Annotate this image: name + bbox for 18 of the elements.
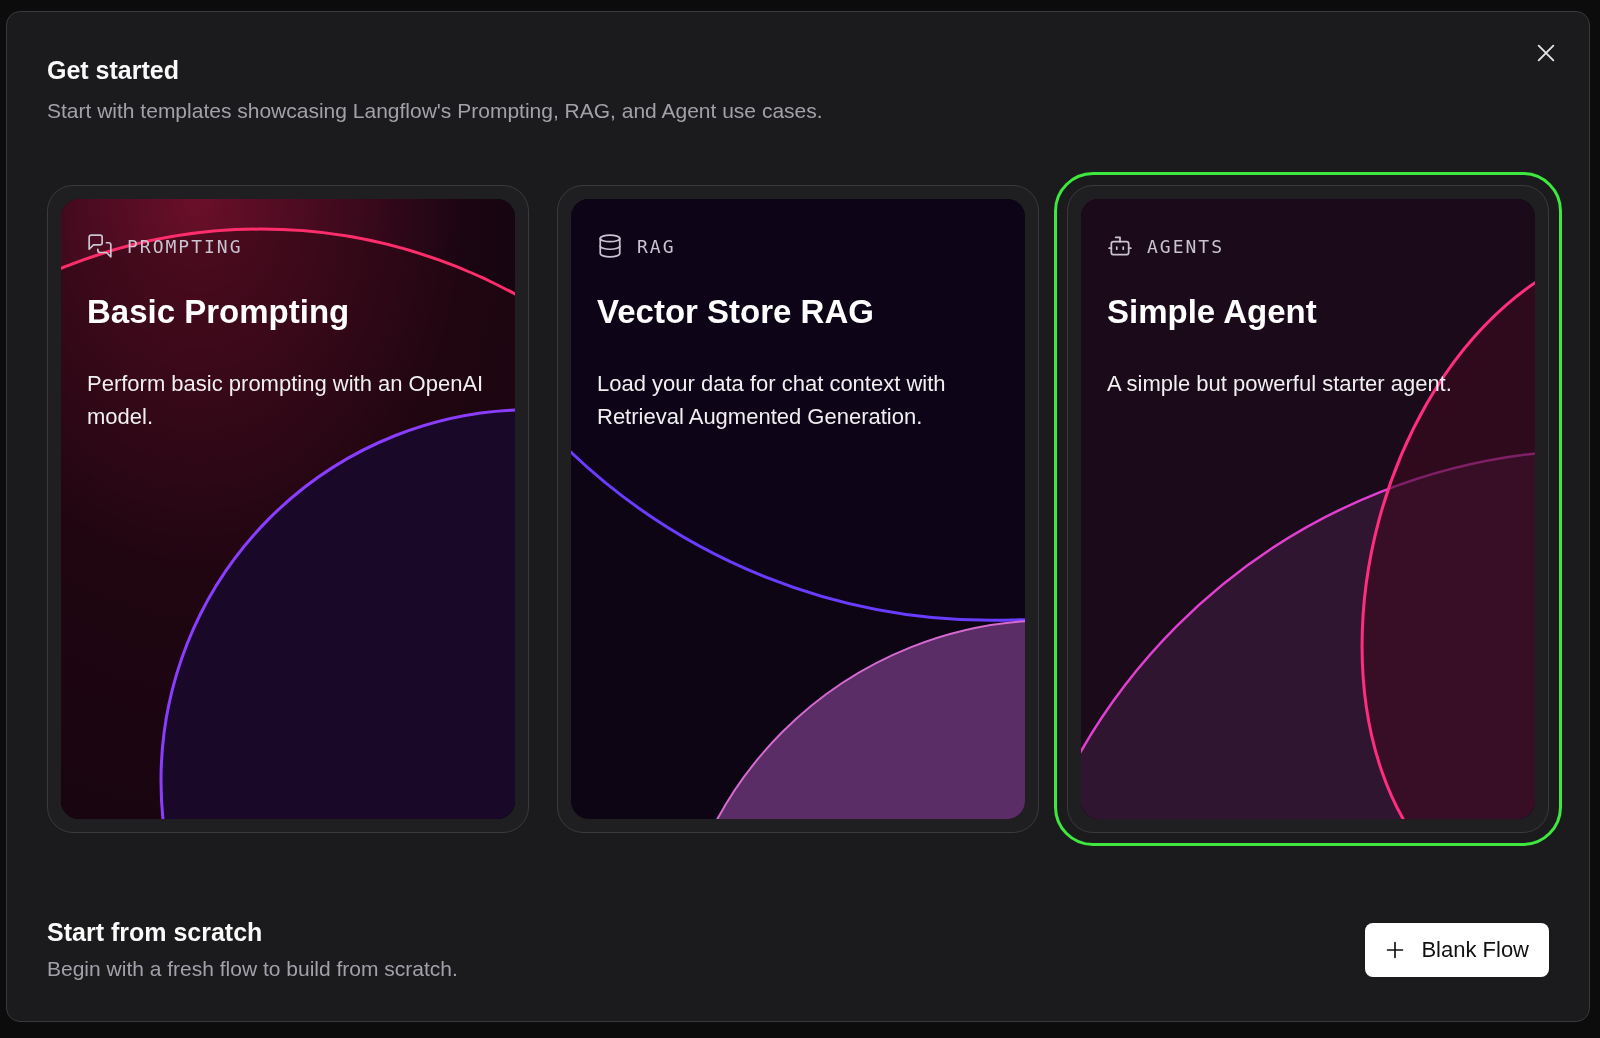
dialog-title: Get started bbox=[47, 56, 180, 85]
card-title: Vector Store RAG bbox=[597, 293, 875, 331]
dialog-subtitle: Start with templates showcasing Langflow's Prompting, RAG, and Agent use cases. bbox=[47, 99, 824, 123]
category-label: RAG bbox=[637, 235, 676, 257]
section-title: Start from scratch bbox=[47, 918, 264, 947]
database-icon bbox=[597, 233, 623, 259]
robot-icon bbox=[1107, 233, 1133, 259]
card-title: Simple Agent bbox=[1107, 293, 1318, 331]
card-description: Perform basic prompting with an OpenAI model. bbox=[87, 370, 485, 431]
plus-icon bbox=[1385, 939, 1406, 960]
card-title: Basic Prompting bbox=[87, 293, 351, 331]
card-description: Load your data for chat context with Retrieval Augmented Generation. bbox=[597, 370, 947, 431]
close-icon bbox=[1535, 42, 1557, 64]
category-label: PROMPTING bbox=[127, 235, 243, 257]
blank-flow-button[interactable]: Blank Flow bbox=[1365, 922, 1549, 977]
section-description: Begin with a fresh flow to build from scratch. bbox=[47, 957, 458, 981]
chat-bubbles-icon bbox=[87, 233, 113, 259]
category-label: AGENTS bbox=[1147, 235, 1225, 257]
